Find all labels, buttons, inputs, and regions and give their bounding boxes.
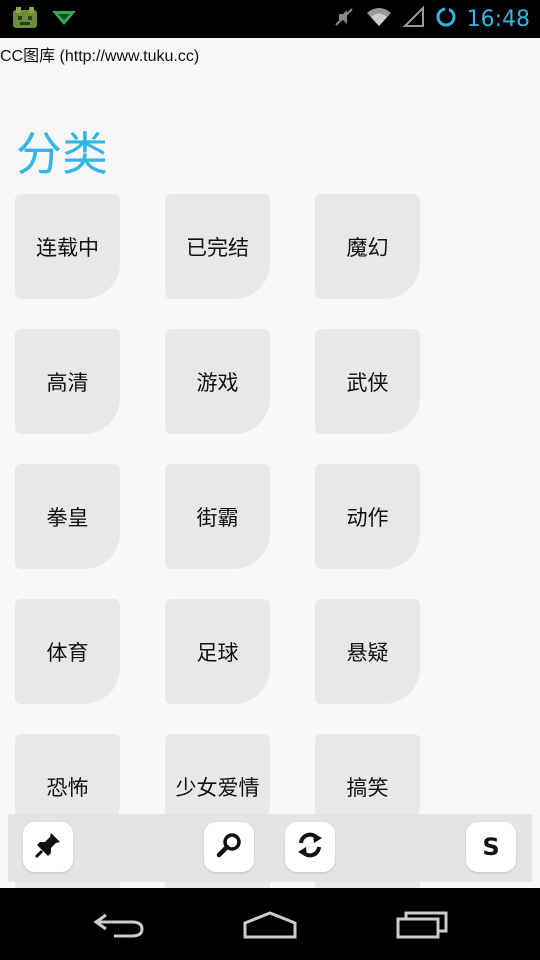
back-button[interactable] [80, 906, 160, 946]
category-tile-fantasy[interactable]: 魔幻 [315, 194, 420, 299]
search-button[interactable] [204, 822, 254, 872]
refresh-button[interactable] [285, 822, 335, 872]
mute-icon [333, 6, 355, 32]
recents-button[interactable] [382, 906, 462, 946]
signal-icon [402, 5, 425, 32]
navigation-bar [0, 888, 540, 960]
sync-icon [435, 6, 457, 32]
clock: 16:48 [466, 6, 530, 32]
browser-toolbar: S [8, 814, 532, 882]
notification-icon [50, 9, 78, 31]
category-tile-action[interactable]: 动作 [315, 464, 420, 569]
category-tile-football[interactable]: 足球 [165, 599, 270, 704]
category-tile-completed[interactable]: 已完结 [165, 194, 270, 299]
back-icon [92, 909, 148, 943]
site-title: CC图库 (http://www.tuku.cc) [0, 48, 200, 65]
recents-icon [394, 909, 450, 943]
category-tile-mystery[interactable]: 悬疑 [315, 599, 420, 704]
category-tile-game[interactable]: 游戏 [165, 329, 270, 434]
web-content: CC图库 (http://www.tuku.cc) 分类 连载中 已完结 魔幻 … [0, 38, 540, 888]
category-tile-kof[interactable]: 拳皇 [15, 464, 120, 569]
category-tile-serializing[interactable]: 连载中 [15, 194, 120, 299]
s-button-label: S [482, 833, 500, 861]
category-grid: 连载中 已完结 魔幻 高清 游戏 武侠 拳皇 街霸 动作 体育 足球 悬疑 恐怖… [15, 194, 435, 888]
android-app-icon [12, 6, 38, 34]
wifi-icon [365, 6, 393, 32]
refresh-icon [295, 830, 325, 864]
pin-icon [33, 830, 63, 864]
s-button[interactable]: S [466, 822, 516, 872]
category-tile-hd[interactable]: 高清 [15, 329, 120, 434]
pin-button[interactable] [23, 822, 73, 872]
category-tile-street-fighter[interactable]: 街霸 [165, 464, 270, 569]
page-title: 分类 [16, 127, 108, 181]
search-icon [215, 831, 243, 863]
home-icon [241, 909, 299, 943]
home-button[interactable] [230, 906, 310, 946]
category-tile-wuxia[interactable]: 武侠 [315, 329, 420, 434]
status-bar: 16:48 [0, 0, 540, 38]
category-tile-sports[interactable]: 体育 [15, 599, 120, 704]
